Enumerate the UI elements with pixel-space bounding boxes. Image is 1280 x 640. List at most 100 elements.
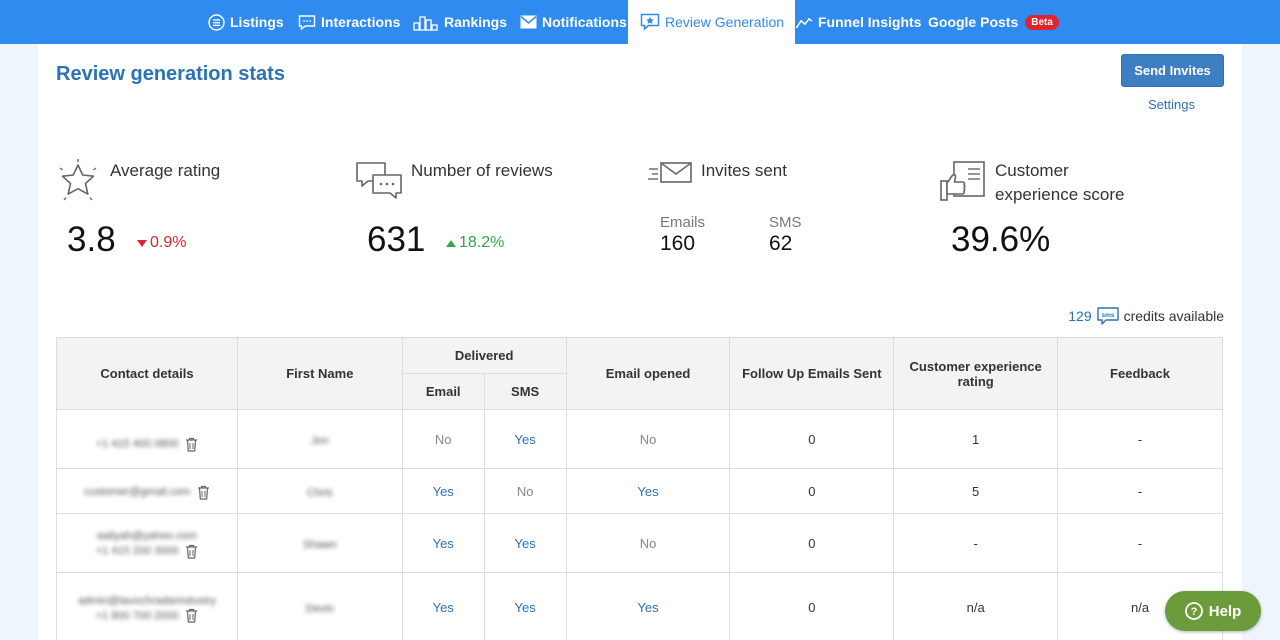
first-name-cell: Jon	[236, 409, 403, 469]
invites-table: Contact details First Name Delivered Ema…	[56, 337, 1223, 640]
emails-value: 160	[660, 232, 696, 255]
customer-experience-label-line2: experience score	[995, 185, 1125, 204]
chat-icon	[298, 14, 316, 30]
nav-tab-label: Funnel Insights	[818, 14, 922, 30]
contact-line1: customer@gmail.com	[83, 486, 191, 499]
first-name-cell: Devin	[236, 572, 403, 640]
nav-tab-label: Interactions	[321, 14, 401, 30]
header-feedback: Feedback	[1057, 337, 1223, 410]
feedback-cell: -	[1057, 468, 1223, 514]
nav-tab-funnel-insights[interactable]: Funnel Insights	[796, 0, 921, 44]
sms-credit-icon-text: sms	[1101, 312, 1114, 319]
star-icon	[59, 159, 97, 201]
follow-up-cell: 0	[729, 513, 895, 573]
question-icon: ?	[1184, 602, 1203, 620]
first-name-cell: Chris	[236, 468, 403, 514]
clipboard-thumbs-up-icon	[940, 161, 985, 201]
trash-icon[interactable]	[185, 544, 198, 559]
email-opened-cell: No	[565, 513, 731, 573]
first-name-value: Shawn	[303, 538, 337, 551]
average-rating-delta: 0.9%	[137, 234, 186, 252]
first-name-value: Jon	[310, 434, 329, 447]
header-contact-details: Contact details	[56, 337, 238, 410]
average-rating-value: 3.8	[67, 220, 116, 259]
contact-line1: admin@launchradarindustry	[78, 594, 216, 607]
header-sms: SMS	[483, 373, 567, 410]
contact-cell: customer@gmail.com	[56, 468, 238, 514]
help-button[interactable]: ? Help	[1165, 591, 1261, 631]
star-chat-icon	[640, 13, 660, 31]
delivered-email-cell: Yes	[401, 572, 485, 640]
header-cx-rating: Customer experience rating	[893, 337, 1059, 410]
nav-tab-google-posts[interactable]: Google Posts Beta	[928, 0, 1059, 44]
nav-tab-listings[interactable]: Listings	[208, 0, 284, 44]
bar-chart-icon	[413, 15, 438, 31]
delivered-email-cell: Yes	[401, 513, 485, 573]
number-of-reviews-delta-value: 18.2%	[459, 234, 505, 251]
envelope-send-icon	[648, 162, 692, 183]
sms-value: 62	[769, 232, 793, 255]
help-label: Help	[1208, 602, 1242, 620]
delivered-email-cell: Yes	[401, 468, 485, 514]
question-icon-glyph: ?	[1190, 606, 1197, 618]
delivered-sms-cell: Yes	[483, 572, 567, 640]
nav-tab-interactions[interactable]: Interactions	[298, 0, 400, 44]
speech-bubbles-icon	[356, 162, 402, 199]
follow-up-cell: 0	[729, 468, 895, 514]
sms-credit-icon: sms	[1096, 307, 1119, 325]
envelope-icon	[520, 15, 537, 29]
cx-rating-cell: 5	[893, 468, 1059, 514]
customer-experience-label: Customer experience score	[995, 159, 1124, 207]
page-title: Review generation stats	[56, 63, 285, 85]
feedback-cell: -	[1057, 513, 1223, 573]
table-row: customer@gmail.com Chris Yes No Yes 0 5 …	[56, 468, 1223, 514]
caret-up-icon	[446, 239, 456, 247]
follow-up-cell: 0	[729, 409, 895, 469]
delivered-email-cell: No	[401, 409, 485, 469]
contact-line2: +1 800 700 2000	[95, 609, 179, 622]
header-follow-up: Follow Up Emails Sent	[729, 337, 895, 410]
send-invites-button[interactable]: Send Invites	[1121, 54, 1224, 87]
delivered-sms-cell: No	[483, 468, 567, 514]
email-opened-cell: Yes	[565, 468, 731, 514]
nav-tab-label: Listings	[230, 14, 284, 30]
trash-icon[interactable]	[185, 437, 198, 452]
email-opened-cell: No	[565, 409, 731, 469]
nav-tab-label: Notifications	[542, 14, 627, 30]
cx-rating-cell: -	[893, 513, 1059, 573]
contact-line2: +1 415 200 3000	[95, 545, 179, 558]
average-rating-label: Average rating	[110, 161, 221, 180]
contact-line1: +1 415 400 0800	[95, 438, 179, 451]
contact-cell: +1 415 400 0800	[56, 409, 238, 469]
main-panel: Review generation stats Send Invites Set…	[38, 44, 1242, 640]
trash-icon[interactable]	[197, 485, 210, 500]
table-row: +1 415 400 0800 Jon No Yes No 0 1 -	[56, 409, 1223, 469]
trend-icon	[796, 17, 813, 28]
email-opened-cell: Yes	[565, 572, 731, 640]
invites-sent-label: Invites sent	[701, 161, 787, 180]
credits-count: 129	[1068, 308, 1092, 324]
cx-rating-cell: n/a	[893, 572, 1059, 640]
nav-tab-review-generation[interactable]: Review Generation	[628, 0, 796, 44]
header-first-name: First Name	[236, 337, 403, 410]
customer-experience-label-line1: Customer	[995, 161, 1069, 180]
nav-tab-rankings[interactable]: Rankings	[413, 0, 507, 44]
customer-experience-value: 39.6%	[951, 220, 1051, 259]
cx-rating-cell: 1	[893, 409, 1059, 469]
first-name-cell: Shawn	[236, 513, 403, 573]
credits-available: 129 sms credits available	[1068, 307, 1224, 325]
nav-tab-notifications[interactable]: Notifications	[520, 0, 627, 44]
header-delivered: Delivered	[401, 337, 567, 374]
follow-up-cell: 0	[729, 572, 895, 640]
number-of-reviews-value: 631	[367, 220, 426, 259]
contact-line1: aaliyah@yahoo.com	[97, 530, 197, 543]
first-name-value: Devin	[305, 603, 334, 615]
header-email: Email	[401, 373, 485, 410]
delivered-sms-cell: Yes	[483, 513, 567, 573]
sms-label: SMS	[769, 214, 802, 231]
settings-link[interactable]: Settings	[1148, 97, 1195, 112]
trash-icon[interactable]	[185, 608, 198, 623]
beta-badge: Beta	[1025, 14, 1059, 30]
contact-cell: aaliyah@yahoo.com +1 415 200 3000	[56, 513, 238, 573]
caret-down-icon	[137, 239, 147, 247]
